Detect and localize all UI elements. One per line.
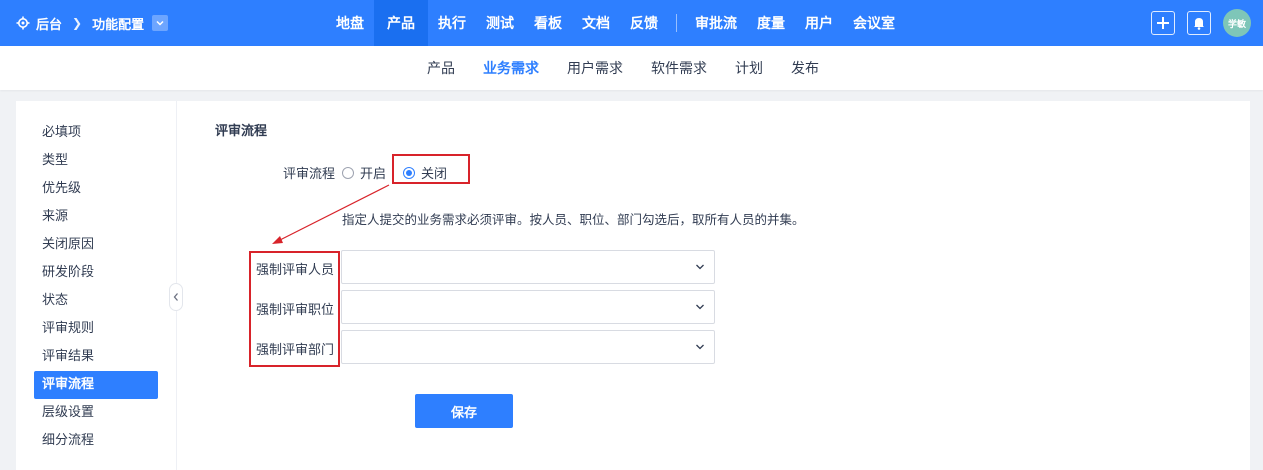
nav-item-feedback[interactable]: 反馈: [620, 0, 668, 46]
nav-item-users[interactable]: 用户: [795, 0, 843, 46]
subnav-item-software-requirements[interactable]: 软件需求: [637, 58, 721, 78]
chevron-left-icon: [173, 293, 178, 301]
gear-icon[interactable]: [16, 16, 30, 30]
highlight-box-fields: [249, 251, 340, 367]
departments-select[interactable]: [341, 330, 715, 364]
sidebar-collapse-button[interactable]: [169, 283, 183, 311]
main-nav: 地盘 产品 执行 测试 看板 文档 反馈 审批流 度量 用户 会议室: [326, 0, 905, 46]
positions-select[interactable]: [341, 290, 715, 324]
subnav-item-business-requirements[interactable]: 业务需求: [469, 58, 553, 78]
content-panel: 必填项 类型 优先级 来源 关闭原因 研发阶段 状态 评审规则 评审结果 评审流…: [16, 101, 1250, 470]
save-button[interactable]: 保存: [415, 394, 513, 428]
sidebar-item-review-flow[interactable]: 评审流程: [34, 371, 158, 399]
add-button[interactable]: [1151, 11, 1175, 35]
nav-item-meeting-room[interactable]: 会议室: [843, 0, 905, 46]
subnav-item-plan[interactable]: 计划: [721, 58, 777, 78]
sidebar-item-review-results[interactable]: 评审结果: [34, 343, 158, 371]
sub-nav: 产品 业务需求 用户需求 软件需求 计划 发布: [0, 46, 1263, 90]
sidebar-item-dev-stage[interactable]: 研发阶段: [34, 259, 158, 287]
sidebar-item-status[interactable]: 状态: [34, 287, 158, 315]
breadcrumb-current[interactable]: 功能配置: [92, 14, 144, 33]
sidebar-item-sub-flow[interactable]: 细分流程: [34, 427, 158, 455]
chevron-down-icon[interactable]: [152, 15, 169, 31]
nav-item-product[interactable]: 产品: [374, 0, 428, 46]
chevron-right-icon: ❯: [72, 16, 83, 30]
subnav-item-release[interactable]: 发布: [777, 58, 833, 78]
nav-item-metrics[interactable]: 度量: [747, 0, 795, 46]
chevron-down-icon: [696, 304, 704, 310]
nav-item-execution[interactable]: 执行: [428, 0, 476, 46]
sidebar-item-level-settings[interactable]: 层级设置: [34, 399, 158, 427]
chevron-down-icon: [696, 264, 704, 270]
sidebar-item-review-rules[interactable]: 评审规则: [34, 315, 158, 343]
nav-item-test[interactable]: 测试: [476, 0, 524, 46]
plus-icon: [1157, 17, 1169, 29]
annotation-arrow: [272, 184, 390, 244]
breadcrumb-root[interactable]: 后台: [36, 14, 62, 33]
breadcrumb: 后台 ❯ 功能配置: [16, 0, 169, 46]
nav-item-dashboard[interactable]: 地盘: [326, 0, 374, 46]
nav-item-doc[interactable]: 文档: [572, 0, 620, 46]
subnav-item-user-requirements[interactable]: 用户需求: [553, 58, 637, 78]
nav-item-kanban[interactable]: 看板: [524, 0, 572, 46]
top-bar: 后台 ❯ 功能配置 地盘 产品 执行 测试 看板 文档 反馈 审批流 度量 用户…: [0, 0, 1263, 46]
nav-item-approval-flow[interactable]: 审批流: [685, 0, 747, 46]
top-actions: 学敏: [1151, 9, 1251, 37]
nav-divider: [676, 14, 677, 32]
bell-icon: [1194, 18, 1204, 30]
avatar[interactable]: 学敏: [1223, 9, 1251, 37]
notification-button[interactable]: [1187, 11, 1211, 35]
subnav-item-product[interactable]: 产品: [413, 58, 469, 78]
chevron-down-icon: [696, 344, 704, 350]
